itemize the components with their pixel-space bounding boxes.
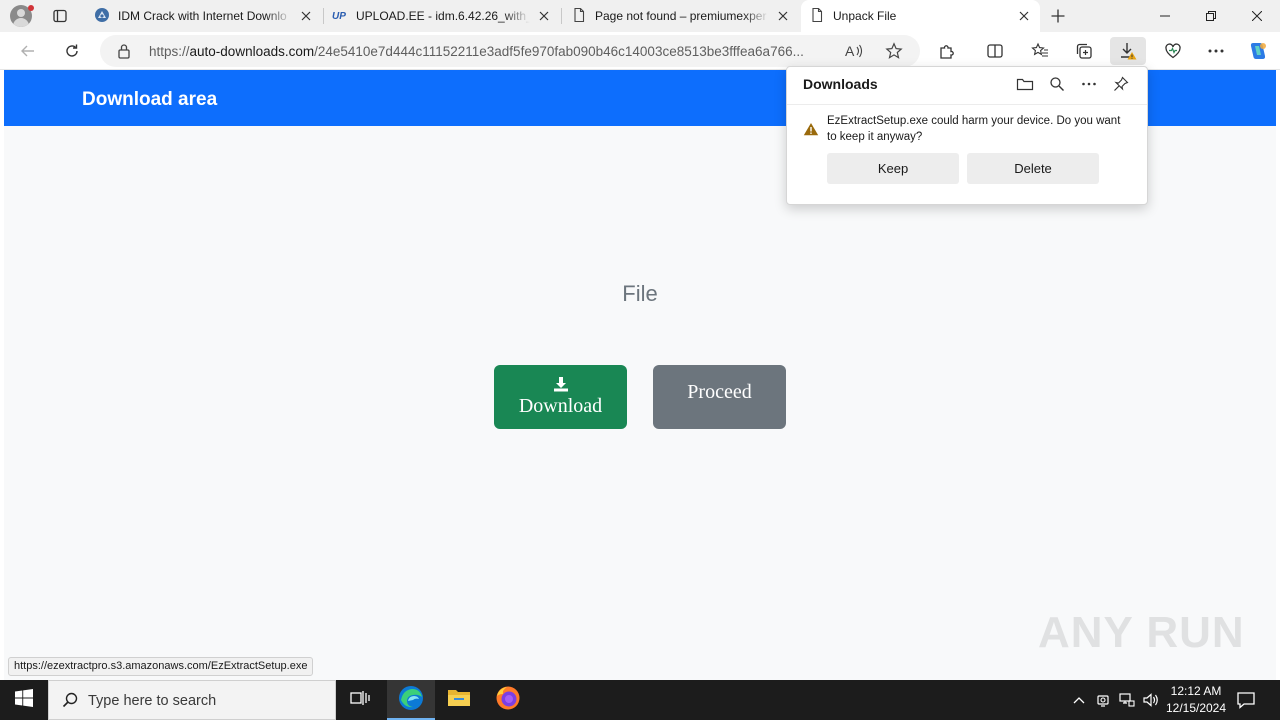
browser-essentials-icon[interactable]	[1158, 37, 1188, 65]
split-screen-icon[interactable]	[980, 37, 1010, 65]
proceed-button-label: Proceed	[687, 380, 752, 403]
downloads-more-icon[interactable]	[1077, 73, 1101, 95]
tab-title: Unpack File	[833, 9, 897, 23]
close-window-button[interactable]	[1234, 0, 1280, 32]
anyrun-watermark: ANY RUN	[1038, 608, 1245, 658]
tab-page-not-found[interactable]: Page not found – premiumexper	[563, 0, 799, 32]
tab-idm-crack[interactable]: IDM Crack with Internet Downlo	[86, 0, 322, 32]
taskbar-search[interactable]: Type here to search	[48, 680, 336, 720]
page-icon	[571, 7, 587, 26]
search-icon	[62, 692, 78, 713]
page-icon	[809, 7, 825, 26]
favorites-icon[interactable]	[1025, 37, 1055, 65]
volume-icon[interactable]	[1141, 690, 1161, 710]
download-warning-text: EzExtractSetup.exe could harm your devic…	[827, 115, 1121, 143]
proceed-button[interactable]: Proceed	[653, 365, 786, 429]
search-placeholder: Type here to search	[88, 693, 217, 709]
minimize-button[interactable]	[1142, 0, 1188, 32]
close-tab-icon[interactable]	[536, 8, 552, 24]
tray-device-icon[interactable]	[1093, 690, 1113, 710]
windows-taskbar: Type here to search 12:12 AM 12/15/2024	[0, 680, 1280, 720]
downloads-title: Downloads	[803, 76, 878, 92]
tab-actions-icon[interactable]	[46, 4, 74, 28]
download-button-label: Download	[518, 395, 603, 417]
taskbar-file-explorer[interactable]	[435, 680, 483, 720]
warning-icon	[803, 122, 819, 141]
panel-divider	[787, 104, 1147, 105]
new-tab-button[interactable]	[1046, 5, 1070, 27]
tab-title: IDM Crack with Internet Downlo	[118, 9, 287, 23]
firefox-icon	[495, 685, 521, 716]
downloads-button[interactable]	[1110, 37, 1146, 65]
status-bar-link: https://ezextractpro.s3.amazonaws.com/Ez…	[8, 657, 314, 676]
taskbar-firefox[interactable]	[484, 680, 532, 720]
delete-button[interactable]: Delete	[967, 153, 1099, 184]
back-button[interactable]	[13, 37, 43, 65]
tab-separator	[561, 8, 562, 24]
restore-button[interactable]	[1188, 0, 1234, 32]
more-menu-icon[interactable]	[1201, 37, 1231, 65]
keep-button[interactable]: Keep	[827, 153, 959, 184]
network-icon[interactable]	[1117, 690, 1137, 710]
copilot-icon[interactable]	[1243, 37, 1273, 65]
clock-time: 12:12 AM	[1170, 684, 1222, 698]
search-downloads-icon[interactable]	[1045, 73, 1069, 95]
clock-date: 12/15/2024	[1165, 701, 1227, 715]
collections-icon[interactable]	[1069, 37, 1099, 65]
tab-upload-ee[interactable]: UP UPLOAD.EE - idm.6.42.26_with_a	[324, 0, 560, 32]
start-button[interactable]	[0, 680, 48, 720]
pin-icon[interactable]	[1109, 73, 1133, 95]
chevron-up-icon[interactable]	[1069, 690, 1089, 710]
url-text[interactable]: https://auto-downloads.com/24e5410e7d444…	[149, 44, 804, 59]
task-view-button[interactable]	[336, 680, 384, 720]
close-tab-icon[interactable]	[1016, 8, 1032, 24]
folder-icon	[447, 687, 471, 714]
upload-ee-favicon: UP	[332, 10, 346, 22]
lock-icon[interactable]	[117, 43, 131, 64]
download-button[interactable]: Download	[494, 365, 627, 429]
tab-title: Page not found – premiumexper	[595, 9, 767, 23]
taskbar-edge[interactable]	[387, 680, 435, 720]
notification-center-icon[interactable]	[1236, 690, 1258, 710]
open-folder-icon[interactable]	[1013, 73, 1037, 95]
extensions-icon[interactable]	[932, 37, 962, 65]
browser-toolbar: https://auto-downloads.com/24e5410e7d444…	[0, 32, 1280, 70]
system-clock[interactable]: 12:12 AM 12/15/2024	[1160, 683, 1232, 717]
windows-logo-icon	[15, 688, 33, 712]
download-icon	[553, 376, 569, 392]
task-view-icon	[350, 689, 370, 712]
brand-title[interactable]: Download area	[82, 89, 217, 111]
idm-favicon	[94, 7, 110, 26]
refresh-button[interactable]	[57, 37, 87, 65]
svg-text:A: A	[845, 43, 855, 59]
file-label: File	[622, 281, 658, 306]
watermark-text: ANY RUN	[1038, 608, 1245, 657]
profile-notification-dot	[28, 5, 34, 11]
read-aloud-icon[interactable]: A	[845, 43, 863, 64]
tab-strip: IDM Crack with Internet Downlo UP UPLOAD…	[0, 0, 1280, 32]
favorite-star-icon[interactable]	[885, 42, 903, 65]
edge-icon	[398, 685, 424, 716]
close-tab-icon[interactable]	[775, 8, 791, 24]
close-tab-icon[interactable]	[298, 8, 314, 24]
tab-title: UPLOAD.EE - idm.6.42.26_with_a	[356, 9, 530, 23]
tab-unpack-file[interactable]: Unpack File	[801, 0, 1040, 32]
downloads-panel: Downloads EzExtractSetup.exe could harm …	[786, 66, 1148, 205]
address-bar[interactable]: https://auto-downloads.com/24e5410e7d444…	[100, 35, 920, 67]
